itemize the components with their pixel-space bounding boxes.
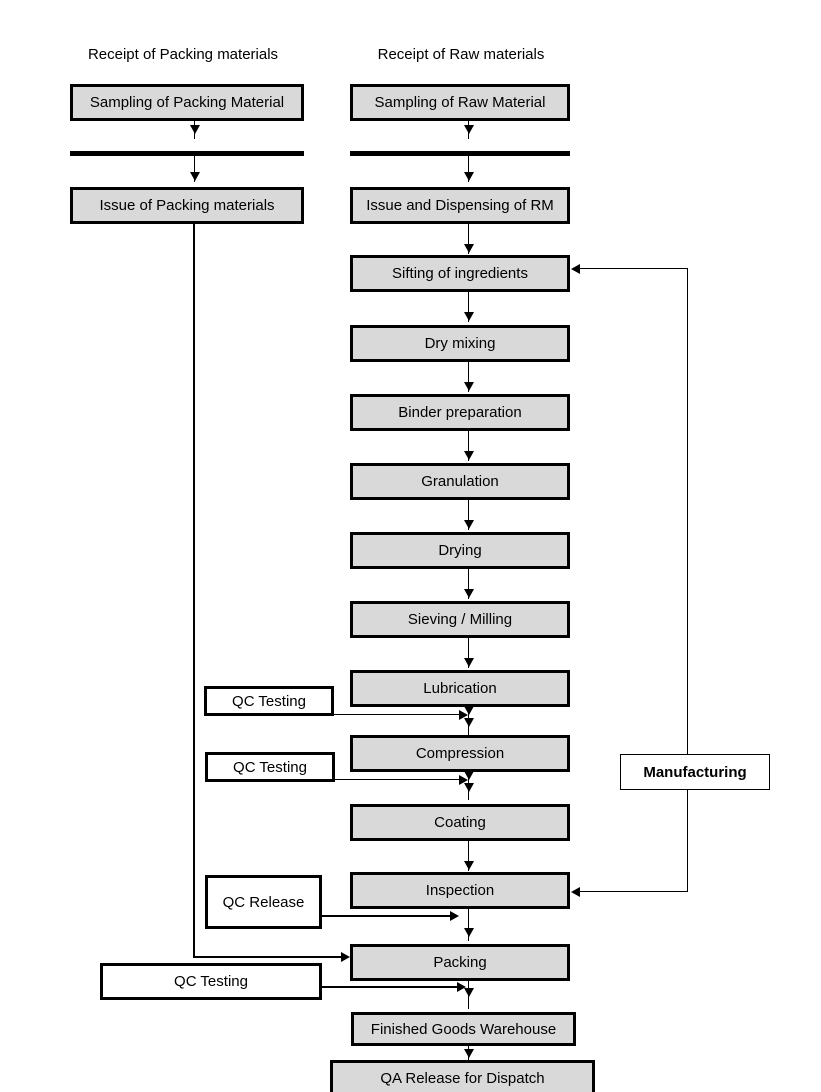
arrowhead-down-raw-8 — [464, 589, 474, 598]
process-box-sampling-of-packing-material[interactable]: Sampling of Packing Material — [70, 84, 304, 121]
arrowhead-down-raw-5 — [464, 382, 474, 391]
process-box-binder-preparation[interactable]: Binder preparation — [350, 394, 570, 431]
arrowhead-down-raw-4 — [464, 312, 474, 321]
process-box-drying[interactable]: Drying — [350, 532, 570, 569]
column-title-raw: Receipt of Raw materials — [377, 46, 545, 63]
process-box-sampling-of-raw-material[interactable]: Sampling of Raw Material — [350, 84, 570, 121]
arrowhead-down-packing-1 — [190, 125, 200, 134]
arrowhead-right-qc-inspection — [450, 911, 459, 921]
connector-qc-testing-compression — [335, 779, 466, 780]
arrowhead-down-raw-3 — [464, 244, 474, 253]
arrowhead-left-into-sifting — [571, 264, 580, 274]
arrowhead-down-raw-6 — [464, 451, 474, 460]
arrowhead-down-raw-15 — [464, 1049, 474, 1058]
arrowhead-left-into-inspection — [571, 887, 580, 897]
qc-box-testing-lubrication[interactable]: QC Testing — [204, 686, 334, 716]
process-box-issue-and-dispensing-of-rm[interactable]: Issue and Dispensing of RM — [350, 187, 570, 224]
qc-box-release-inspection[interactable]: QC Release — [205, 875, 322, 929]
arrowhead-right-into-packing — [341, 952, 350, 962]
process-box-qa-release-for-dispatch[interactable]: QA Release for Dispatch — [330, 1060, 595, 1092]
separator-bar-raw — [350, 151, 570, 156]
arrowhead-down-raw-1 — [464, 125, 474, 134]
separator-bar-packing — [70, 151, 304, 156]
arrowhead-down-raw-12 — [464, 861, 474, 870]
process-box-granulation[interactable]: Granulation — [350, 463, 570, 500]
arrowhead-right-qc-packing — [457, 982, 466, 992]
process-box-inspection[interactable]: Inspection — [350, 872, 570, 909]
arrowhead-right-qc-compression — [459, 775, 468, 785]
connector-manufacturing-loop-top — [580, 268, 688, 269]
column-title-packing: Receipt of Packing materials — [87, 46, 279, 63]
arrowhead-right-qc-lubrication — [459, 710, 468, 720]
process-box-issue-of-packing-materials[interactable]: Issue of Packing materials — [70, 187, 304, 224]
arrowhead-down-packing-2 — [190, 172, 200, 181]
connector-manufacturing-loop-vertical — [687, 268, 688, 892]
process-box-sieving-milling[interactable]: Sieving / Milling — [350, 601, 570, 638]
connector-packing-to-packing-box-vertical — [193, 224, 195, 958]
process-box-sifting-of-ingredients[interactable]: Sifting of ingredients — [350, 255, 570, 292]
arrowhead-down-raw-7 — [464, 520, 474, 529]
flowchart-canvas: Receipt of Packing materials Receipt of … — [0, 0, 821, 1092]
process-box-compression[interactable]: Compression — [350, 735, 570, 772]
connector-qc-testing-lubrication — [334, 714, 466, 715]
manufacturing-label-box: Manufacturing — [620, 754, 770, 790]
process-box-packing[interactable]: Packing — [350, 944, 570, 981]
arrowhead-down-raw-13 — [464, 928, 474, 937]
process-box-coating[interactable]: Coating — [350, 804, 570, 841]
qc-box-testing-compression[interactable]: QC Testing — [205, 752, 335, 782]
process-box-lubrication[interactable]: Lubrication — [350, 670, 570, 707]
process-box-finished-goods-warehouse[interactable]: Finished Goods Warehouse — [351, 1012, 576, 1046]
connector-manufacturing-loop-bottom — [580, 891, 688, 892]
qc-box-testing-packing[interactable]: QC Testing — [100, 963, 322, 1000]
connector-qc-release-inspection — [322, 915, 454, 917]
arrowhead-down-raw-9 — [464, 658, 474, 667]
arrowhead-down-raw-2 — [464, 172, 474, 181]
process-box-dry-mixing[interactable]: Dry mixing — [350, 325, 570, 362]
connector-qc-testing-packing — [322, 986, 462, 988]
connector-packing-to-packing-box-horizontal — [193, 956, 343, 958]
